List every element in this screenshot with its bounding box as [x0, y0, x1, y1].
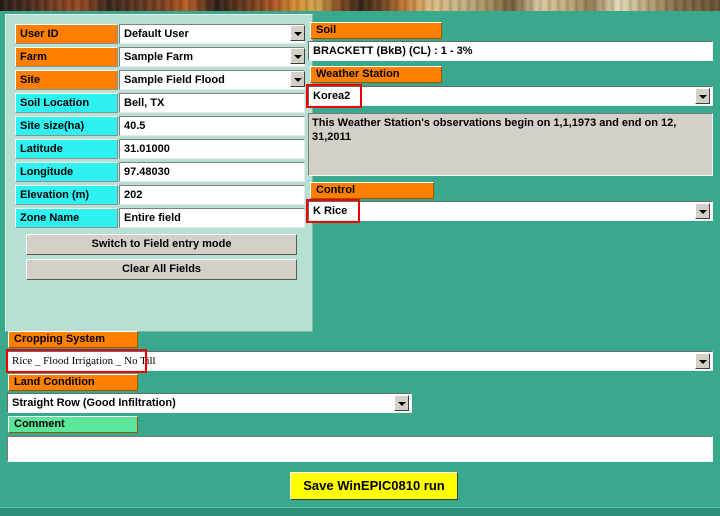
combo-land-condition-value: Straight Row (Good Infiltration)	[12, 397, 176, 409]
label-soil: Soil	[310, 22, 442, 39]
label-latitude: Latitude	[15, 139, 118, 159]
site-information-panel: User ID Default User Farm Sample Farm Si…	[5, 14, 313, 332]
label-comment: Comment	[8, 416, 138, 433]
label-elevation: Elevation (m)	[15, 185, 118, 205]
header-photo-banner	[0, 0, 720, 11]
combo-weather-station-value: Korea2	[313, 90, 351, 102]
input-latitude[interactable]: 31.01000	[119, 139, 305, 159]
chevron-down-icon-site[interactable]	[290, 71, 305, 87]
combo-soil[interactable]: BRACKETT (BkB) (CL) : 1 - 3%	[308, 41, 713, 61]
application-window: User ID Default User Farm Sample Farm Si…	[0, 0, 720, 516]
weather-station-info-text: This Weather Station's observations begi…	[308, 113, 713, 176]
input-longitude[interactable]: 97.48030	[119, 162, 305, 182]
input-zone-name[interactable]: Entire field	[119, 208, 305, 228]
combo-control[interactable]: K Rice	[308, 201, 713, 221]
chevron-down-icon-control[interactable]	[695, 203, 710, 219]
switch-to-field-entry-mode-button[interactable]: Switch to Field entry mode	[26, 234, 297, 255]
combo-cropping-system[interactable]: Rice _ Flood Irrigation _ No Till	[7, 351, 713, 371]
photo-banner-texture	[0, 0, 720, 11]
label-weather-station: Weather Station	[310, 66, 442, 83]
chevron-down-icon-weather-station[interactable]	[695, 88, 710, 104]
save-run-button[interactable]: Save WinEPIC0810 run	[290, 472, 458, 500]
input-site-size[interactable]: 40.5	[119, 116, 305, 136]
input-farm[interactable]: Sample Farm	[119, 47, 305, 67]
label-site-size: Site size(ha)	[15, 116, 118, 136]
chevron-down-icon-farm[interactable]	[290, 48, 305, 64]
chevron-down-icon-user-id[interactable]	[290, 25, 305, 41]
combo-cropping-system-value: Rice _ Flood Irrigation _ No Till	[12, 355, 156, 367]
label-cropping-system: Cropping System	[8, 331, 138, 348]
combo-control-value: K Rice	[313, 205, 348, 217]
input-soil-location[interactable]: Bell, TX	[119, 93, 305, 113]
input-site[interactable]: Sample Field Flood	[119, 70, 305, 90]
combo-land-condition[interactable]: Straight Row (Good Infiltration)	[7, 393, 412, 413]
label-control: Control	[310, 182, 434, 199]
status-bar	[0, 507, 720, 516]
label-zone-name: Zone Name	[15, 208, 118, 228]
label-land-condition: Land Condition	[8, 374, 138, 391]
chevron-down-icon-cropping-system[interactable]	[695, 353, 710, 369]
clear-all-fields-button[interactable]: Clear All Fields	[26, 259, 297, 280]
label-user-id: User ID	[15, 24, 118, 44]
label-farm: Farm	[15, 47, 118, 67]
comment-textarea[interactable]	[7, 436, 713, 462]
label-soil-location: Soil Location	[15, 93, 118, 113]
label-site: Site	[15, 70, 118, 90]
combo-weather-station[interactable]: Korea2	[308, 86, 713, 106]
chevron-down-icon-land-condition[interactable]	[394, 395, 409, 411]
input-elevation[interactable]: 202	[119, 185, 305, 205]
label-longitude: Longitude	[15, 162, 118, 182]
input-user-id[interactable]: Default User	[119, 24, 305, 44]
